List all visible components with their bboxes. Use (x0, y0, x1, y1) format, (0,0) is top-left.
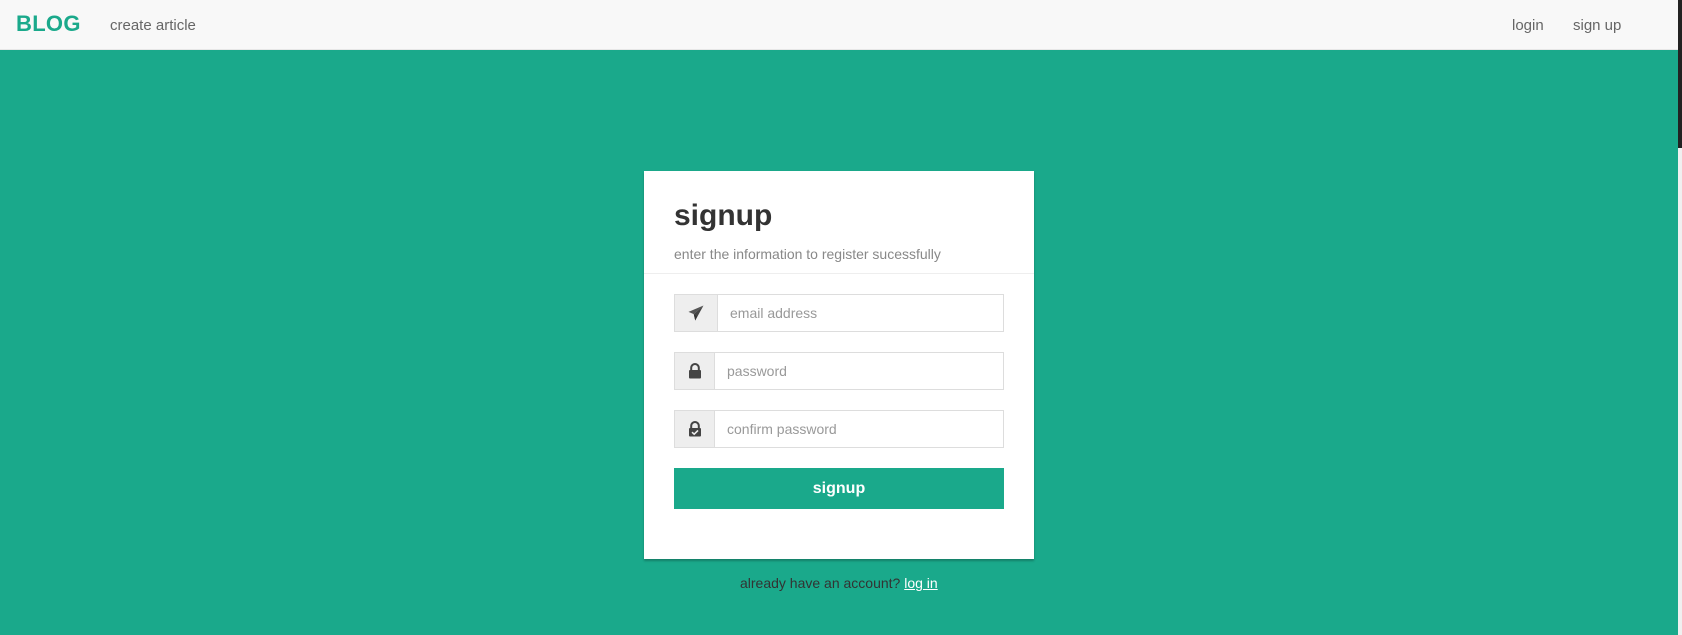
signup-submit-button[interactable]: signup (674, 468, 1004, 509)
top-navbar: BLOG create article login sign up (0, 0, 1678, 50)
login-nav-link[interactable]: login (1512, 17, 1544, 34)
card-title: signup (674, 199, 773, 232)
login-prompt-text: already have an account? (740, 575, 901, 591)
create-article-link[interactable]: create article (110, 17, 196, 34)
lock-check-icon (675, 411, 715, 447)
signup-card: signup enter the information to register… (644, 171, 1034, 559)
paper-plane-icon (675, 295, 718, 331)
card-subtitle: enter the information to register sucess… (674, 246, 941, 262)
page-scrollbar[interactable] (1678, 0, 1682, 635)
signup-nav-link[interactable]: sign up (1573, 17, 1621, 34)
password-field[interactable] (715, 353, 1003, 389)
confirm-password-input-group (674, 410, 1004, 448)
password-input-group (674, 352, 1004, 390)
login-prompt: already have an account? log in (740, 575, 938, 591)
scrollbar-thumb[interactable] (1678, 0, 1682, 148)
brand-logo-link[interactable]: BLOG (16, 11, 81, 37)
confirm-password-field[interactable] (715, 411, 1003, 447)
card-header: signup enter the information to register… (644, 171, 1034, 274)
footer-login-link[interactable]: log in (904, 575, 937, 591)
lock-icon (675, 353, 715, 389)
email-field[interactable] (718, 295, 1003, 331)
email-input-group (674, 294, 1004, 332)
